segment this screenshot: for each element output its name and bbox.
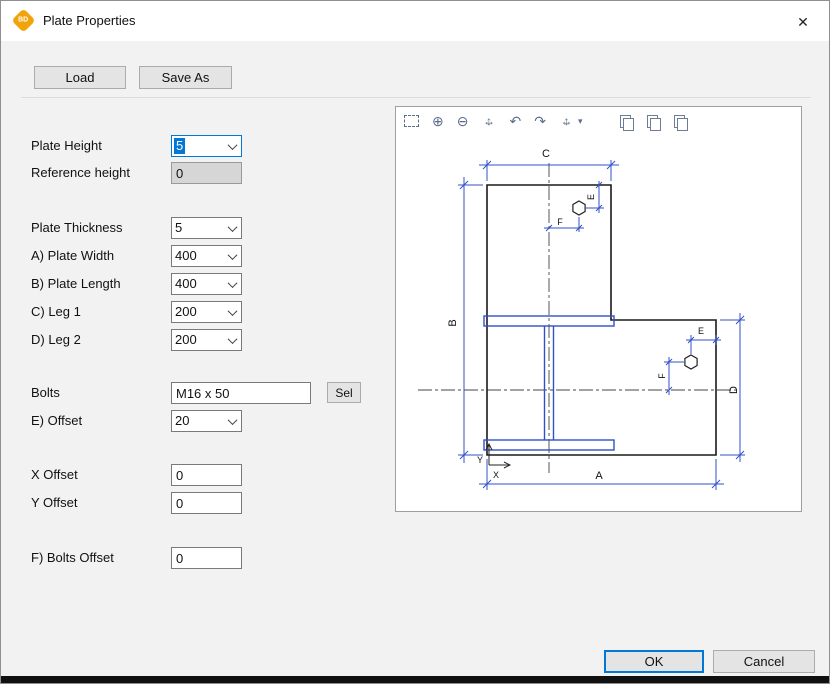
leg1-select[interactable]: 200	[171, 301, 242, 323]
ok-button[interactable]: OK	[604, 650, 704, 673]
preview-drawing[interactable]: C B A	[396, 135, 801, 511]
bolts-label: Bolts	[31, 385, 60, 400]
plate-width-value: 400	[175, 248, 197, 264]
chevron-down-icon[interactable]	[224, 218, 241, 238]
y-offset-label: Y Offset	[31, 495, 78, 510]
centerlines	[418, 163, 738, 473]
chevron-down-icon[interactable]	[224, 274, 241, 294]
x-offset-label: X Offset	[31, 467, 78, 482]
dimension-E-top: E	[585, 181, 604, 213]
dim-label-B: B	[447, 319, 459, 326]
dimension-B: B	[447, 177, 483, 463]
plate-height-select[interactable]: 5	[171, 135, 242, 157]
chevron-down-icon[interactable]	[224, 330, 241, 350]
copy-image-icon[interactable]	[620, 115, 631, 128]
chevron-down-icon[interactable]	[224, 136, 241, 156]
plate-outline	[487, 185, 716, 455]
leg1-label: C) Leg 1	[31, 304, 81, 319]
dimension-F-top: F	[544, 217, 584, 232]
plate-thickness-value: 5	[175, 220, 182, 236]
zoom-in-icon[interactable]: ⊕	[432, 113, 444, 129]
dim-label-D: D	[728, 386, 740, 394]
plate-width-label: A) Plate Width	[31, 248, 114, 263]
preview-panel: ⊕ ⊖ ↔ ↕ ↶ ↷ ↔ ↕ ▾	[395, 106, 802, 512]
export-image-icon[interactable]	[674, 115, 685, 128]
rotate-ccw-icon[interactable]: ↶	[509, 113, 521, 129]
zoom-out-icon[interactable]: ⊖	[457, 113, 469, 129]
dim-label-E-right: E	[698, 326, 704, 336]
e-offset-label: E) Offset	[31, 413, 82, 428]
plate-height-value: 5	[174, 138, 185, 154]
dim-label-C: C	[542, 148, 550, 160]
reference-height-label: Reference height	[31, 165, 130, 180]
copy-image-alt-icon[interactable]	[647, 115, 658, 128]
x-offset-field[interactable]	[171, 464, 242, 486]
dim-label-A: A	[595, 470, 603, 482]
app-icon-text: BD	[18, 17, 28, 24]
leg2-value: 200	[175, 332, 197, 348]
close-icon[interactable]: ✕	[791, 10, 815, 34]
preview-toolbar: ⊕ ⊖ ↔ ↕ ↶ ↷ ↔ ↕ ▾	[396, 107, 801, 135]
pan-icon[interactable]: ↔ ↕	[481, 113, 496, 129]
dimension-A: A	[479, 459, 724, 490]
load-button[interactable]: Load	[34, 66, 126, 89]
save-as-button[interactable]: Save As	[139, 66, 232, 89]
axis-label-Y: Y	[477, 455, 483, 465]
dim-label-E-top: E	[586, 194, 596, 200]
pan-vertical-glyph: ↕	[481, 113, 496, 129]
separator-line	[21, 97, 811, 98]
window-title: Plate Properties	[43, 13, 136, 28]
e-offset-select[interactable]: 20	[171, 410, 242, 432]
chevron-down-icon[interactable]	[224, 411, 241, 431]
chevron-down-icon[interactable]: ▾	[578, 116, 583, 127]
bolt-symbols	[573, 201, 697, 369]
bolts-field[interactable]	[171, 382, 311, 404]
bolts-offset-label: F) Bolts Offset	[31, 550, 114, 565]
move-point-icon[interactable]: ↔ ↕	[559, 113, 574, 129]
axis-label-X: X	[493, 470, 499, 480]
dim-label-F-right: F	[657, 373, 667, 379]
leg1-value: 200	[175, 304, 197, 320]
bolts-offset-field[interactable]	[171, 547, 242, 569]
plate-thickness-select[interactable]: 5	[171, 217, 242, 239]
app-icon: BD	[11, 8, 35, 32]
chevron-down-icon[interactable]	[224, 302, 241, 322]
reference-height-field	[171, 162, 242, 184]
move-vertical-glyph: ↕	[559, 113, 574, 129]
plate-length-label: B) Plate Length	[31, 276, 121, 291]
bolts-select-button[interactable]: Sel	[327, 382, 361, 403]
plate-height-label: Plate Height	[31, 138, 102, 153]
e-offset-value: 20	[175, 413, 189, 429]
cancel-button[interactable]: Cancel	[713, 650, 815, 673]
dimension-F-right: F	[657, 357, 684, 395]
plate-thickness-label: Plate Thickness	[31, 220, 123, 235]
leg2-select[interactable]: 200	[171, 329, 242, 351]
dimension-D: D	[720, 313, 745, 462]
plate-properties-dialog: BD Plate Properties ✕ Load Save As Plate…	[0, 0, 830, 684]
zoom-window-icon[interactable]	[404, 115, 419, 127]
plate-length-value: 400	[175, 276, 197, 292]
y-offset-field[interactable]	[171, 492, 242, 514]
plate-length-select[interactable]: 400	[171, 273, 242, 295]
window-bottom-edge	[1, 676, 829, 683]
rotate-cw-icon[interactable]: ↷	[534, 113, 546, 129]
leg2-label: D) Leg 2	[31, 332, 81, 347]
dim-label-F-top: F	[557, 217, 563, 227]
plate-width-select[interactable]: 400	[171, 245, 242, 267]
chevron-down-icon[interactable]	[224, 246, 241, 266]
titlebar: BD Plate Properties ✕	[1, 1, 829, 41]
